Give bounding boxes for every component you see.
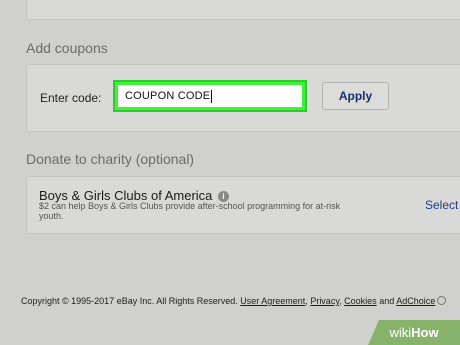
adchoice-link[interactable]: AdChoice xyxy=(396,296,435,306)
top-panel xyxy=(26,0,460,20)
charity-description: $2 can help Boys & Girls Clubs provide a… xyxy=(39,201,341,221)
coupon-panel: Enter code: COUPON CODE Apply xyxy=(26,64,460,132)
select-charity-link[interactable]: Select xyxy=(425,198,458,212)
adchoice-icon[interactable] xyxy=(437,296,447,305)
coupons-section-title: Add coupons xyxy=(26,40,108,56)
and-text: and xyxy=(379,296,395,306)
charity-panel: Boys & Girls Clubs of America i $2 can h… xyxy=(26,176,460,234)
privacy-link[interactable]: Privacy xyxy=(310,296,339,306)
charity-section-title: Donate to charity (optional) xyxy=(26,151,195,167)
user-agreement-link[interactable]: User Agreement xyxy=(240,296,305,306)
copyright-text: Copyright © 1995-2017 eBay Inc. All Righ… xyxy=(21,296,238,306)
text-caret xyxy=(211,89,213,103)
enter-code-label: Enter code: xyxy=(40,91,102,105)
footer: Copyright © 1995-2017 eBay Inc. All Righ… xyxy=(21,296,447,306)
coupon-code-value: COUPON CODE xyxy=(125,90,211,102)
coupon-code-input[interactable]: COUPON CODE xyxy=(115,82,305,110)
watermark-wiki: wiki xyxy=(389,325,412,340)
wikihow-watermark: wiki How xyxy=(368,320,460,345)
apply-button[interactable]: Apply xyxy=(322,82,389,110)
watermark-how: How xyxy=(411,325,439,340)
cookies-link[interactable]: Cookies xyxy=(344,296,377,306)
